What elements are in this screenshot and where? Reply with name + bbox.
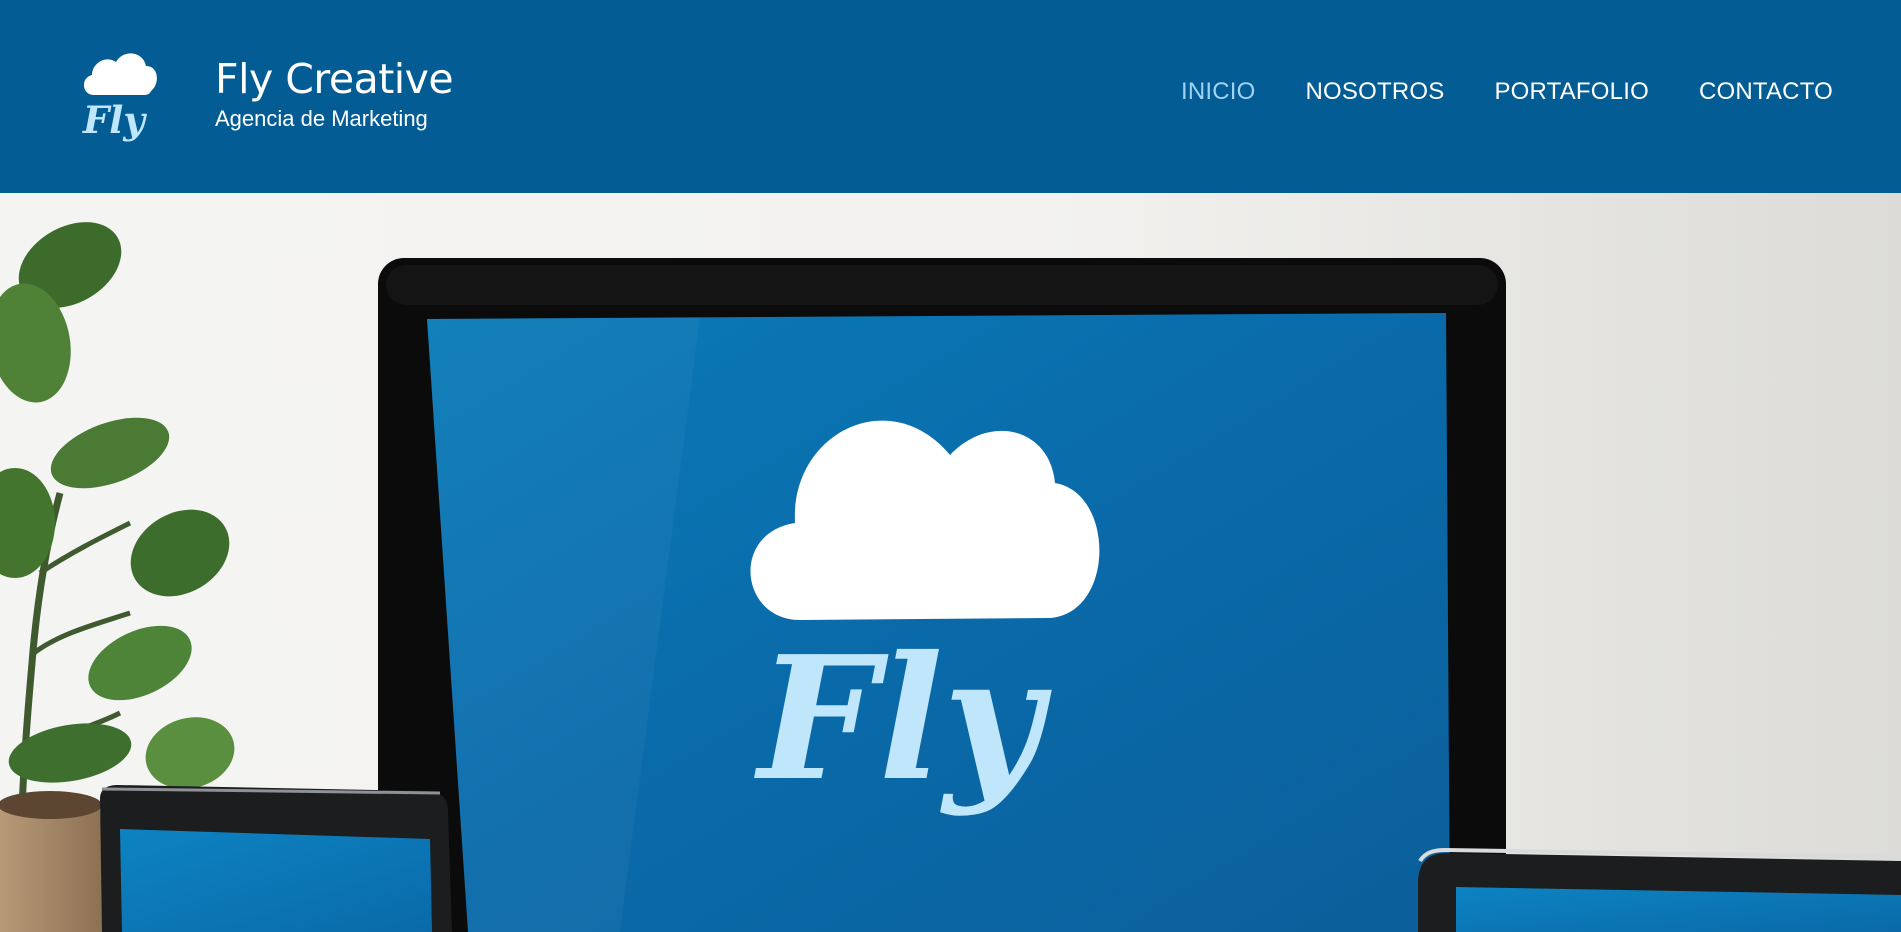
- tablet-right: [1418, 847, 1901, 932]
- nav-item-inicio[interactable]: INICIO: [1181, 78, 1256, 106]
- nav-item-contacto[interactable]: CONTACTO: [1699, 78, 1833, 106]
- brand-logo[interactable]: Fly: [80, 46, 160, 142]
- hero-image: Fly: [0, 193, 1901, 932]
- logo-wordmark: Fly: [82, 98, 147, 142]
- brand-text[interactable]: Fly Creative Agencia de Marketing: [215, 52, 454, 132]
- screen-logo-wordmark: Fly: [754, 619, 1052, 819]
- laptop-left: [100, 785, 452, 932]
- hero-illustration: Fly: [0, 193, 1901, 932]
- nav-item-nosotros[interactable]: NOSOTROS: [1306, 78, 1445, 106]
- cloud-icon: Fly: [82, 53, 157, 142]
- nav-item-portafolio[interactable]: PORTAFOLIO: [1494, 78, 1648, 106]
- plant-pot: [0, 803, 104, 932]
- main-nav: INICIO NOSOTROS PORTAFOLIO CONTACTO: [1181, 78, 1833, 106]
- site-title[interactable]: Fly Creative: [215, 52, 454, 106]
- site-header: Fly Fly Creative Agencia de Marketing IN…: [0, 0, 1901, 193]
- site-subtitle: Agencia de Marketing: [215, 106, 428, 131]
